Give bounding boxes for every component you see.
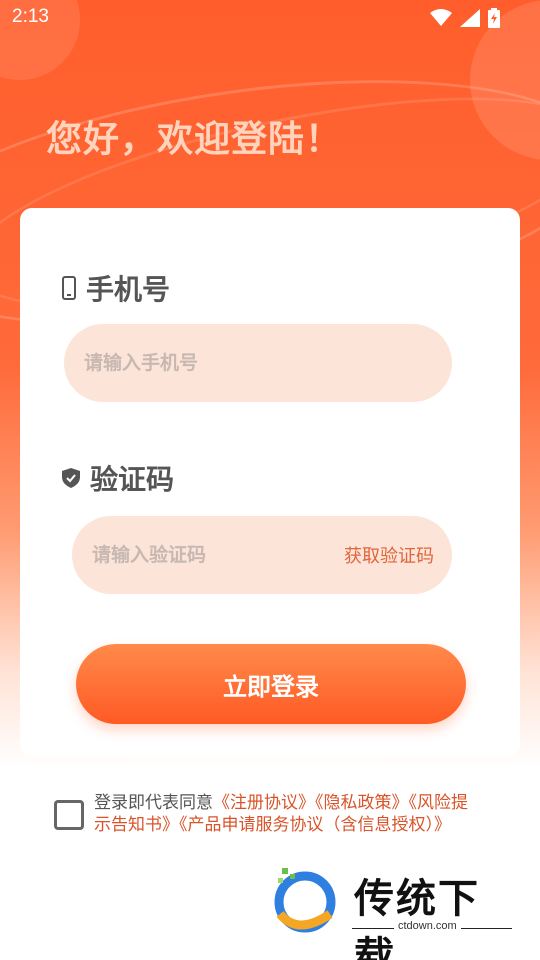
phone-label: 手机号 xyxy=(62,268,170,308)
watermark: 传统下载 ctdown.com xyxy=(268,862,518,960)
code-label-text: 验证码 xyxy=(90,463,175,496)
agreement: 登录即代表同意《注册协议》《隐私政策》《风险提示告知书》《产品申请服务协议（含信… xyxy=(54,792,484,836)
code-field[interactable]: 获取验证码 xyxy=(72,516,452,594)
agreement-checkbox[interactable] xyxy=(54,800,84,830)
status-time: 2:13 xyxy=(12,6,49,27)
login-card: 手机号 验证码 获取验证码 立即登录 xyxy=(20,208,520,756)
greeting-title: 您好，欢迎登陆！ xyxy=(46,119,343,160)
phone-input[interactable] xyxy=(82,351,434,375)
watermark-logo-icon xyxy=(274,868,336,933)
login-screen: 2:13 您好，欢迎登陆！ 手机号 请输入手机号 验证码 请输入验证码 获取验证… xyxy=(0,0,540,960)
watermark-url: ctdown.com xyxy=(394,920,461,932)
service-agreement-link[interactable]: 《产品申请服务协议（含信息授权）》 xyxy=(179,815,451,835)
phone-icon xyxy=(62,276,76,300)
privacy-policy-link[interactable]: 《隐私政策》 xyxy=(315,793,409,813)
register-agreement-link[interactable]: 《注册协议》 xyxy=(213,793,315,813)
shield-check-icon xyxy=(62,468,80,488)
agreement-text: 登录即代表同意《注册协议》《隐私政策》《风险提示告知书》《产品申请服务协议（含信… xyxy=(94,792,484,836)
code-label: 验证码 xyxy=(62,458,174,498)
login-button[interactable]: 立即登录 xyxy=(76,644,466,724)
signal-icon xyxy=(460,9,480,27)
status-icons xyxy=(430,8,500,28)
phone-label-text: 手机号 xyxy=(86,273,171,306)
get-code-button[interactable]: 获取验证码 xyxy=(344,542,434,568)
phone-field[interactable] xyxy=(64,324,452,402)
agreement-prefix: 登录即代表同意 xyxy=(94,793,213,813)
battery-icon xyxy=(488,8,500,28)
code-input[interactable] xyxy=(90,543,344,567)
watermark-name: 传统下载 xyxy=(354,876,480,960)
status-bar: 2:13 xyxy=(0,0,540,36)
wifi-icon xyxy=(430,9,452,26)
